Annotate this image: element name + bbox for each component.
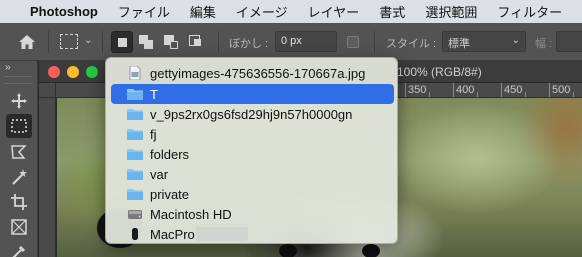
divider xyxy=(218,31,219,53)
file-path-popup-menu: gettyimages-475636556-170667a.jpg T v_9p… xyxy=(105,57,398,244)
zoom-window-button[interactable] xyxy=(86,66,98,78)
rectangular-marquee-tool[interactable] xyxy=(6,114,32,138)
width-input[interactable] xyxy=(556,31,582,52)
divider xyxy=(102,31,103,53)
divider xyxy=(48,31,49,53)
panel-grip[interactable] xyxy=(4,76,32,84)
path-item-label: T xyxy=(150,86,158,102)
style-select-value: 標準 xyxy=(448,38,470,50)
path-item-label: private xyxy=(150,186,190,202)
image-file-icon xyxy=(129,66,141,80)
folder-icon xyxy=(127,189,143,200)
magic-wand-icon xyxy=(12,169,27,185)
eyedropper-tool[interactable] xyxy=(6,240,32,257)
path-item-folder[interactable]: fj xyxy=(111,124,394,144)
marquee-icon xyxy=(11,119,27,133)
frame-tool[interactable] xyxy=(6,215,32,239)
antialias-checkbox[interactable] xyxy=(347,36,359,48)
polygonal-lasso-icon xyxy=(11,145,27,159)
crop-tool[interactable] xyxy=(6,190,32,214)
menu-type[interactable]: 書式 xyxy=(379,2,405,21)
path-item-folder-t[interactable]: T xyxy=(111,84,394,104)
menu-file[interactable]: ファイル xyxy=(118,2,170,21)
app-name-menu[interactable]: Photoshop xyxy=(30,4,98,19)
minimize-window-button[interactable] xyxy=(67,66,79,78)
chevron-down-icon[interactable]: ⌄ xyxy=(84,35,92,46)
tool-preset-icon[interactable] xyxy=(60,34,78,49)
menu-image[interactable]: イメージ xyxy=(236,2,288,21)
divider xyxy=(374,31,375,53)
redacted-name xyxy=(195,227,248,241)
crop-icon xyxy=(11,194,27,210)
magic-wand-tool[interactable] xyxy=(6,165,32,189)
menu-edit[interactable]: 編集 xyxy=(190,2,216,21)
menu-filter[interactable]: フィルター xyxy=(497,2,562,21)
hard-drive-icon xyxy=(128,210,142,219)
ruler-label: 350 xyxy=(408,84,427,96)
path-item-file[interactable]: gettyimages-475636556-170667a.jpg xyxy=(111,63,394,83)
close-window-button[interactable] xyxy=(48,66,60,78)
subtract-from-selection-button[interactable] xyxy=(161,31,183,53)
menu-select[interactable]: 選択範囲 xyxy=(425,2,477,21)
vertical-ruler[interactable] xyxy=(39,98,56,257)
eyedropper-icon xyxy=(12,245,26,257)
feather-input[interactable]: 0 px xyxy=(275,31,337,52)
ruler-label: 500 xyxy=(552,84,571,96)
ruler-label: 400 xyxy=(456,84,475,96)
add-to-selection-button[interactable] xyxy=(136,31,158,53)
frame-icon xyxy=(11,219,27,235)
move-icon xyxy=(11,93,27,109)
path-item-label: folders xyxy=(150,146,190,162)
path-item-label: Macintosh HD xyxy=(150,206,232,222)
path-item-folder[interactable]: v_9ps2rx0gs6fsd29hj9n57h0000gn xyxy=(111,104,394,124)
path-item-folder[interactable]: var xyxy=(111,164,394,184)
lasso-tool[interactable] xyxy=(6,140,32,164)
path-item-label: MacPro xyxy=(150,226,195,242)
menu-layer[interactable]: レイヤー xyxy=(308,2,360,21)
chevron-down-icon: ⌄ xyxy=(511,35,520,46)
tools-panel: » xyxy=(0,61,38,257)
options-bar: ⌄ ぼかし : 0 px スタイル : 標準 ⌄ 幅 : xyxy=(0,23,582,61)
ruler-origin[interactable] xyxy=(39,83,56,98)
folder-icon xyxy=(127,169,143,180)
path-item-label: fj xyxy=(150,126,157,142)
macos-menu-bar: Photoshop ファイル 編集 イメージ レイヤー 書式 選択範囲 フィルタ… xyxy=(0,0,582,23)
path-item-label: var xyxy=(150,166,169,182)
path-item-folder[interactable]: folders xyxy=(111,144,394,164)
path-item-label: v_9ps2rx0gs6fsd29hj9n57h0000gn xyxy=(150,106,353,122)
move-tool[interactable] xyxy=(6,89,32,113)
folder-icon xyxy=(127,109,143,120)
width-label: 幅 : xyxy=(535,38,553,50)
home-icon[interactable] xyxy=(18,34,36,50)
document-title[interactable]: 100% (RGB/8#) xyxy=(397,65,482,79)
folder-icon xyxy=(127,89,143,100)
collapse-panel-icon[interactable]: » xyxy=(5,62,11,73)
path-item-label: gettyimages-475636556-170667a.jpg xyxy=(150,65,366,81)
panda-eye xyxy=(362,244,380,257)
feather-label: ぼかし : xyxy=(229,38,269,50)
new-selection-button[interactable] xyxy=(111,31,133,53)
folder-icon xyxy=(127,149,143,160)
intersect-selection-button[interactable] xyxy=(186,31,208,53)
panda-eye xyxy=(279,244,297,257)
folder-icon xyxy=(127,129,143,140)
path-item-folder[interactable]: private xyxy=(111,184,394,204)
path-item-computer[interactable]: MacPro xyxy=(111,224,394,244)
style-select[interactable]: 標準 ⌄ xyxy=(442,31,526,52)
path-item-volume[interactable]: Macintosh HD xyxy=(111,204,394,224)
style-label: スタイル : xyxy=(386,38,437,50)
ruler-label: 450 xyxy=(504,84,523,96)
computer-icon xyxy=(132,228,138,240)
